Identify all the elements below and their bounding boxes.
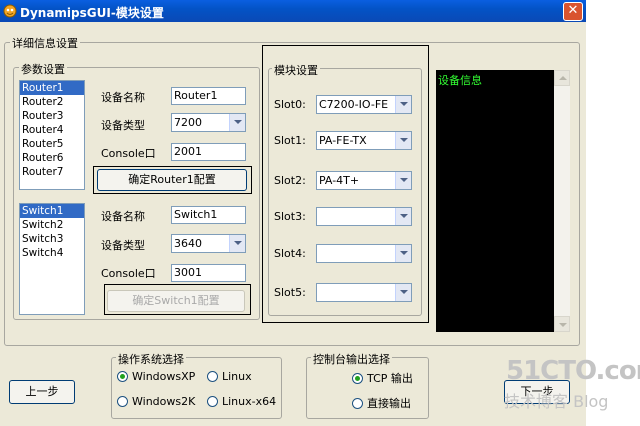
slot5-select[interactable] — [316, 283, 412, 302]
radio-checked-icon — [117, 371, 128, 382]
radio-icon — [117, 396, 128, 407]
prev-button[interactable]: 上一步 — [9, 380, 75, 404]
os-group-label: 操作系统选择 — [116, 351, 186, 367]
chevron-down-icon[interactable] — [395, 172, 411, 189]
chevron-down-icon[interactable] — [395, 132, 411, 149]
details-group-label: 详细信息设置 — [10, 35, 80, 51]
switch-type-select[interactable]: 3640 — [171, 234, 246, 253]
console-output-group-label: 控制台输出选择 — [311, 351, 392, 367]
radio-icon — [352, 398, 363, 409]
watermark-subtitle: 技术博客 Blog — [504, 392, 609, 411]
router-type-select[interactable]: 7200 — [171, 113, 246, 132]
os-option-label: WindowsXP — [132, 370, 196, 383]
scroll-down-icon[interactable] — [554, 316, 570, 332]
switch-name-label: 设备名称 — [101, 210, 145, 223]
app-icon — [3, 4, 17, 18]
router-list-item[interactable]: Router3 — [20, 109, 84, 123]
router-list-item[interactable]: Router1 — [20, 81, 84, 95]
switch-list[interactable]: Switch1 Switch2 Switch3 Switch4 — [19, 203, 85, 315]
console-option-tcp[interactable]: TCP 输出 — [352, 370, 413, 386]
router-list-item[interactable]: Router5 — [20, 137, 84, 151]
os-option-label: Windows2K — [132, 395, 196, 408]
switch-list-item[interactable]: Switch3 — [20, 232, 84, 246]
slot0-label: Slot0: — [274, 98, 306, 111]
os-option-windows2k[interactable]: Windows2K — [117, 395, 195, 408]
slot1-select[interactable]: PA-FE-TX — [316, 131, 412, 150]
slot2-label: Slot2: — [274, 174, 306, 187]
console-option-direct[interactable]: 直接输出 — [352, 395, 411, 411]
os-option-linux-x64[interactable]: Linux-x64 — [207, 395, 276, 408]
router-name-label: 设备名称 — [101, 91, 145, 104]
slot1-label: Slot1: — [274, 134, 306, 147]
site-watermark: 51CTO.com 技术博客 Blog — [500, 356, 640, 416]
switch-list-item[interactable]: Switch2 — [20, 218, 84, 232]
watermark-logo: 51CTO.com — [506, 356, 640, 386]
router-name-field[interactable]: Router1 — [171, 87, 246, 105]
router-console-label: Console口 — [101, 147, 156, 160]
modules-group-label: 模块设置 — [272, 62, 320, 78]
dialog-window: DynamipsGUI-模块设置 ✕ 详细信息设置 参数设置 Router1 R… — [0, 0, 586, 426]
slot3-select[interactable] — [316, 207, 412, 226]
slot2-select[interactable]: PA-4T+ — [316, 171, 412, 190]
switch-type-value: 3640 — [174, 237, 202, 250]
switch-type-label: 设备类型 — [101, 239, 145, 252]
switch-console-label: Console口 — [101, 267, 156, 280]
params-group-label: 参数设置 — [19, 61, 67, 77]
slot1-value: PA-FE-TX — [319, 134, 367, 147]
os-option-label: Linux-x64 — [222, 395, 277, 408]
router-list-item[interactable]: Router7 — [20, 165, 84, 179]
slot0-value: C7200-IO-FE — [319, 98, 389, 111]
slot3-label: Slot3: — [274, 210, 306, 223]
os-option-windowsxp[interactable]: WindowsXP — [117, 370, 195, 383]
chevron-down-icon[interactable] — [229, 114, 245, 131]
window-title: DynamipsGUI-模块设置 — [20, 6, 164, 20]
radio-checked-icon — [352, 373, 363, 384]
chevron-down-icon[interactable] — [395, 245, 411, 262]
router-list[interactable]: Router1 Router2 Router3 Router4 Router5 … — [19, 80, 85, 190]
device-info-title: 设备信息 — [438, 74, 482, 87]
close-button[interactable]: ✕ — [563, 2, 583, 21]
info-scrollbar[interactable] — [554, 70, 570, 332]
router-type-label: 设备类型 — [101, 119, 145, 132]
title-bar[interactable]: DynamipsGUI-模块设置 ✕ — [0, 0, 586, 22]
device-info-panel[interactable]: 设备信息 — [436, 70, 554, 332]
router-list-item[interactable]: Router4 — [20, 123, 84, 137]
close-icon: ✕ — [567, 3, 579, 18]
router-list-item[interactable]: Router2 — [20, 95, 84, 109]
scroll-up-icon[interactable] — [554, 70, 570, 86]
slot5-label: Slot5: — [274, 286, 306, 299]
slot0-select[interactable]: C7200-IO-FE — [316, 95, 412, 114]
radio-icon — [207, 396, 218, 407]
router-type-value: 7200 — [174, 116, 202, 129]
router-console-field[interactable]: 2001 — [171, 143, 246, 161]
slot4-label: Slot4: — [274, 247, 306, 260]
chevron-down-icon[interactable] — [395, 96, 411, 113]
console-option-label: 直接输出 — [367, 397, 411, 410]
chevron-down-icon[interactable] — [229, 235, 245, 252]
console-option-label: TCP 输出 — [367, 372, 413, 385]
confirm-switch-button[interactable]: 确定Switch1配置 — [107, 290, 245, 312]
slot2-value: PA-4T+ — [319, 174, 360, 187]
router-list-item[interactable]: Router6 — [20, 151, 84, 165]
switch-list-item[interactable]: Switch4 — [20, 246, 84, 260]
os-option-linux[interactable]: Linux — [207, 370, 252, 383]
slot4-select[interactable] — [316, 244, 412, 263]
chevron-down-icon[interactable] — [395, 284, 411, 301]
radio-icon — [207, 371, 218, 382]
switch-name-field[interactable]: Switch1 — [171, 206, 246, 224]
switch-console-field[interactable]: 3001 — [171, 264, 246, 282]
chevron-down-icon[interactable] — [395, 208, 411, 225]
switch-list-item[interactable]: Switch1 — [20, 204, 84, 218]
os-option-label: Linux — [222, 370, 252, 383]
confirm-router-button[interactable]: 确定Router1配置 — [97, 169, 247, 191]
